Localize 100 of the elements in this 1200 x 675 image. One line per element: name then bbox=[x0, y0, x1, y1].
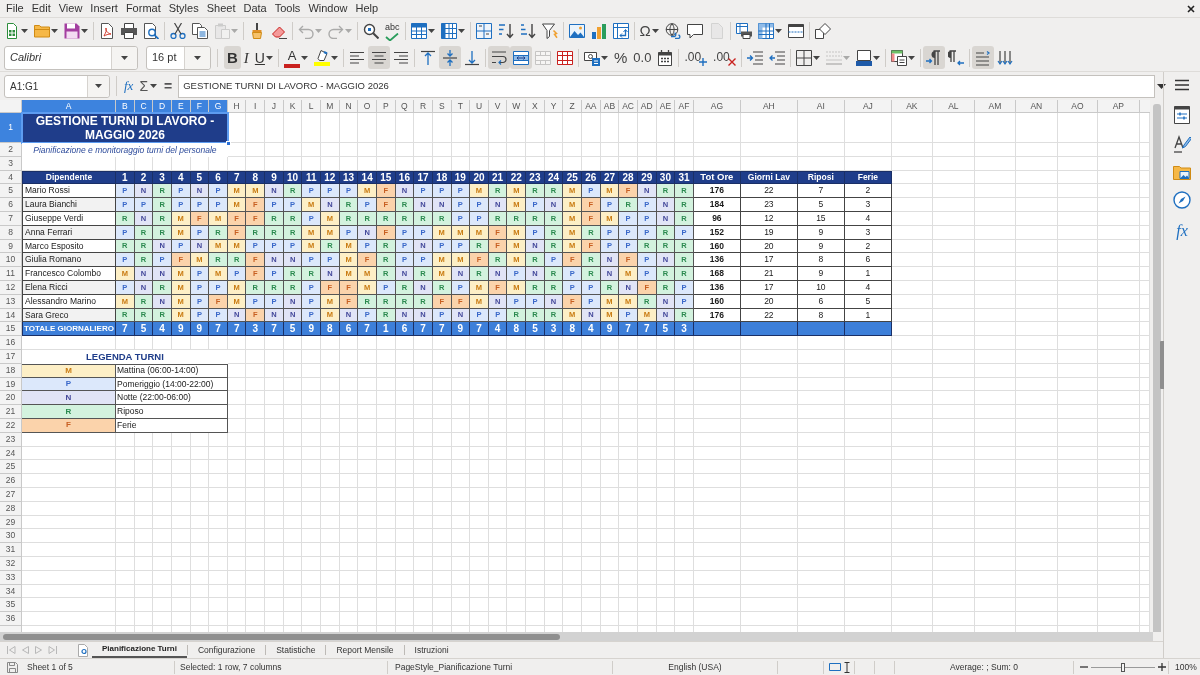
menu-item[interactable]: Data bbox=[239, 0, 271, 17]
table-grid-icon bbox=[534, 49, 551, 66]
left-to-right-button[interactable] bbox=[922, 46, 945, 69]
caret-down-icon bbox=[330, 55, 338, 60]
merge-center-button[interactable] bbox=[509, 46, 532, 69]
name-box[interactable]: A1:G1 bbox=[4, 74, 110, 98]
column-header[interactable]: AF bbox=[675, 100, 694, 113]
row-header[interactable]: 35 bbox=[0, 598, 22, 613]
caret-down-icon bbox=[907, 55, 915, 60]
dropdown-button[interactable] bbox=[184, 46, 210, 69]
brush-icon[interactable] bbox=[1173, 135, 1191, 153]
center-vertically-button[interactable] bbox=[438, 46, 461, 69]
zoom-percentage[interactable]: 100% bbox=[1169, 660, 1197, 674]
font-name-combobox[interactable]: Calibri bbox=[4, 45, 138, 70]
row-header[interactable]: 10 bbox=[0, 253, 22, 268]
functions-button[interactable]: fx bbox=[1176, 222, 1188, 240]
italic-button[interactable]: I bbox=[240, 46, 252, 69]
menu-item[interactable]: Styles bbox=[164, 0, 203, 17]
function-wizard-button[interactable]: fx bbox=[123, 78, 135, 94]
font-color-button[interactable]: A bbox=[280, 46, 311, 69]
row-header[interactable]: 25 bbox=[0, 460, 22, 475]
sidebar-handle[interactable] bbox=[1160, 341, 1164, 389]
selection-info: Selected: 1 row, 7 columns bbox=[180, 660, 282, 674]
floppy-disk-icon[interactable] bbox=[7, 661, 18, 673]
menu-item[interactable]: Insert bbox=[86, 0, 122, 17]
row-header[interactable]: 15 bbox=[0, 322, 22, 337]
align-center-button[interactable] bbox=[367, 46, 390, 69]
total-cell: 7 bbox=[619, 322, 638, 337]
delete-decimal-place-button[interactable]: .00 bbox=[710, 46, 739, 69]
menu-item[interactable]: Help bbox=[351, 0, 383, 17]
folder-picture-icon[interactable] bbox=[1173, 164, 1191, 180]
sheet-title: GESTIONE TURNI DI LAVORO - MAGGIO 2026 bbox=[22, 113, 228, 143]
count-cell: 17 bbox=[740, 253, 798, 268]
row-header[interactable]: 11 bbox=[0, 267, 22, 281]
language-label: English (USA) bbox=[668, 660, 722, 674]
sheet-tab[interactable]: Statistiche bbox=[266, 642, 326, 658]
special-character-button[interactable]: Ω bbox=[636, 19, 662, 43]
spelling-button[interactable]: abc bbox=[382, 19, 403, 43]
selection-mode-icon[interactable] bbox=[829, 663, 841, 671]
dropdown-button[interactable] bbox=[111, 46, 137, 69]
menu-item[interactable]: File bbox=[2, 0, 28, 17]
row-header[interactable]: 26 bbox=[0, 474, 22, 488]
menu-item[interactable]: View bbox=[54, 0, 87, 17]
row-header[interactable]: 5 bbox=[0, 184, 22, 199]
row-header[interactable]: 6 bbox=[0, 198, 22, 212]
column-header[interactable]: AA bbox=[582, 100, 601, 113]
wrap-text-button[interactable] bbox=[487, 46, 510, 69]
font-size-combobox[interactable]: 16 pt bbox=[146, 45, 211, 70]
menu-item[interactable]: Edit bbox=[27, 0, 55, 17]
vertical-scrollbar[interactable] bbox=[1153, 104, 1161, 632]
formula-input[interactable]: GESTIONE TURNI DI LAVORO - MAGGIO 2026 bbox=[178, 74, 1156, 98]
add-decimal-place-button[interactable]: .00 bbox=[681, 46, 711, 69]
underline-button[interactable]: U bbox=[251, 46, 276, 69]
menu-icon[interactable] bbox=[1175, 79, 1189, 91]
row-header[interactable]: 20 bbox=[0, 391, 22, 406]
sheet-tab[interactable]: Configurazione bbox=[188, 642, 266, 658]
table-grid-icon bbox=[757, 23, 774, 39]
compass-icon[interactable] bbox=[1173, 191, 1191, 209]
menu-item[interactable]: Format bbox=[121, 0, 165, 17]
caret-down-icon bbox=[457, 29, 465, 33]
sum-button[interactable]: Σ bbox=[138, 77, 159, 95]
bold-button[interactable]: B bbox=[224, 46, 241, 69]
properties-icon[interactable] bbox=[1174, 106, 1190, 124]
row-header[interactable]: 36 bbox=[0, 612, 22, 626]
row-header[interactable]: 21 bbox=[0, 405, 22, 419]
row-header[interactable]: 16 bbox=[0, 336, 22, 350]
employee-name-cell: Laura Bianchi bbox=[22, 198, 116, 212]
row-header[interactable]: 2 bbox=[0, 143, 22, 157]
number-format-button[interactable]: 0.0 bbox=[630, 46, 655, 69]
horizontal-scrollbar[interactable] bbox=[3, 633, 560, 640]
magnifier-icon bbox=[363, 23, 379, 39]
text-cursor-icon[interactable] bbox=[844, 661, 850, 673]
caret-down-icon bbox=[345, 29, 352, 33]
close-icon[interactable] bbox=[1187, 4, 1195, 13]
menu-item[interactable]: Tools bbox=[270, 0, 305, 17]
undo-arrow-icon bbox=[298, 23, 314, 39]
row-header[interactable]: 31 bbox=[0, 543, 22, 557]
sheet-tab[interactable]: Report Mensile bbox=[326, 642, 404, 658]
caret-down-icon bbox=[21, 29, 28, 33]
total-cell: 7 bbox=[265, 322, 284, 337]
menu-item[interactable]: Window bbox=[304, 0, 352, 17]
row-header[interactable]: 30 bbox=[0, 529, 22, 544]
expand-caret-icon[interactable] bbox=[1157, 83, 1167, 89]
sort-descending-icon bbox=[519, 23, 536, 39]
percent-format-button[interactable]: % bbox=[610, 46, 631, 69]
zoom-slider-thumb[interactable] bbox=[1121, 662, 1125, 672]
sheet-tab[interactable]: Istruzioni bbox=[404, 642, 459, 658]
plus-icon[interactable] bbox=[1158, 663, 1166, 671]
menu-item[interactable]: Sheet bbox=[202, 0, 240, 17]
column-header[interactable]: AC bbox=[619, 100, 638, 113]
align-right-icon bbox=[392, 49, 409, 66]
dropdown-button[interactable] bbox=[87, 75, 109, 97]
formula-button[interactable]: = bbox=[163, 77, 174, 95]
fill-handle[interactable] bbox=[225, 141, 231, 146]
banknote-icon bbox=[583, 49, 600, 66]
caret-down-icon bbox=[51, 29, 58, 33]
sheet-tab[interactable]: Pianificazione Turni bbox=[92, 642, 187, 658]
minus-icon[interactable] bbox=[1080, 663, 1088, 671]
clipboard-icon bbox=[214, 23, 230, 39]
row-header[interactable]: 1 bbox=[0, 113, 22, 143]
